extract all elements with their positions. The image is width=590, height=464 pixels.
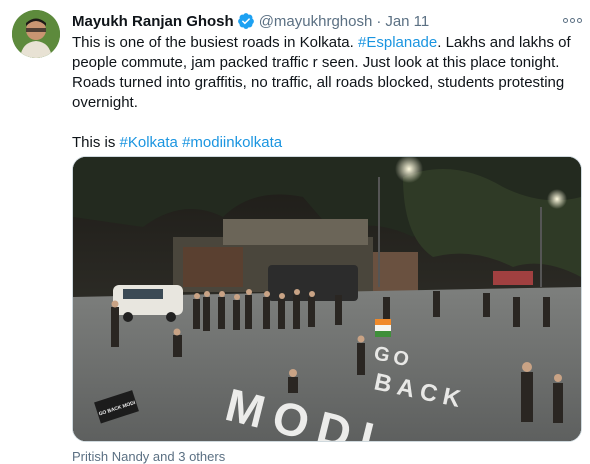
separator-dot: · [376,12,382,30]
tweet[interactable]: Mayukh Ranjan Ghosh @mayukhrghosh · Jan … [0,0,590,464]
tweet-date[interactable]: Jan 11 [385,13,429,30]
social-context[interactable]: Pritish Nandy and 3 others [72,449,225,464]
tweet-text-part: This is [72,134,120,151]
more-options-button[interactable] [561,10,583,30]
author-display-name[interactable]: Mayukh Ranjan Ghosh [72,13,234,30]
tweet-photo[interactable]: GO BACK MODI GO BACK MODI [72,156,582,442]
ellipsis-icon [562,17,568,23]
ellipsis-dot [569,17,575,23]
tweet-header: Mayukh Ranjan Ghosh @mayukhrghosh · Jan … [72,11,429,31]
author-avatar[interactable] [12,10,60,58]
user-avatar-icon [12,10,60,58]
hashtag-link[interactable]: #Esplanade [358,34,437,51]
author-handle[interactable]: @mayukhrghosh [259,13,373,30]
hashtag-link[interactable]: #modiinkolkata [182,134,282,151]
hashtag-link[interactable]: #Kolkata [120,134,178,151]
ellipsis-dot [576,17,582,23]
tweet-text: This is one of the busiest roads in Kolk… [72,33,584,153]
tweet-text-part: This is one of the busiest roads in Kolk… [72,34,358,51]
verified-badge-icon [237,13,254,29]
street-protest-photo: GO BACK MODI GO BACK MODI [73,157,581,441]
